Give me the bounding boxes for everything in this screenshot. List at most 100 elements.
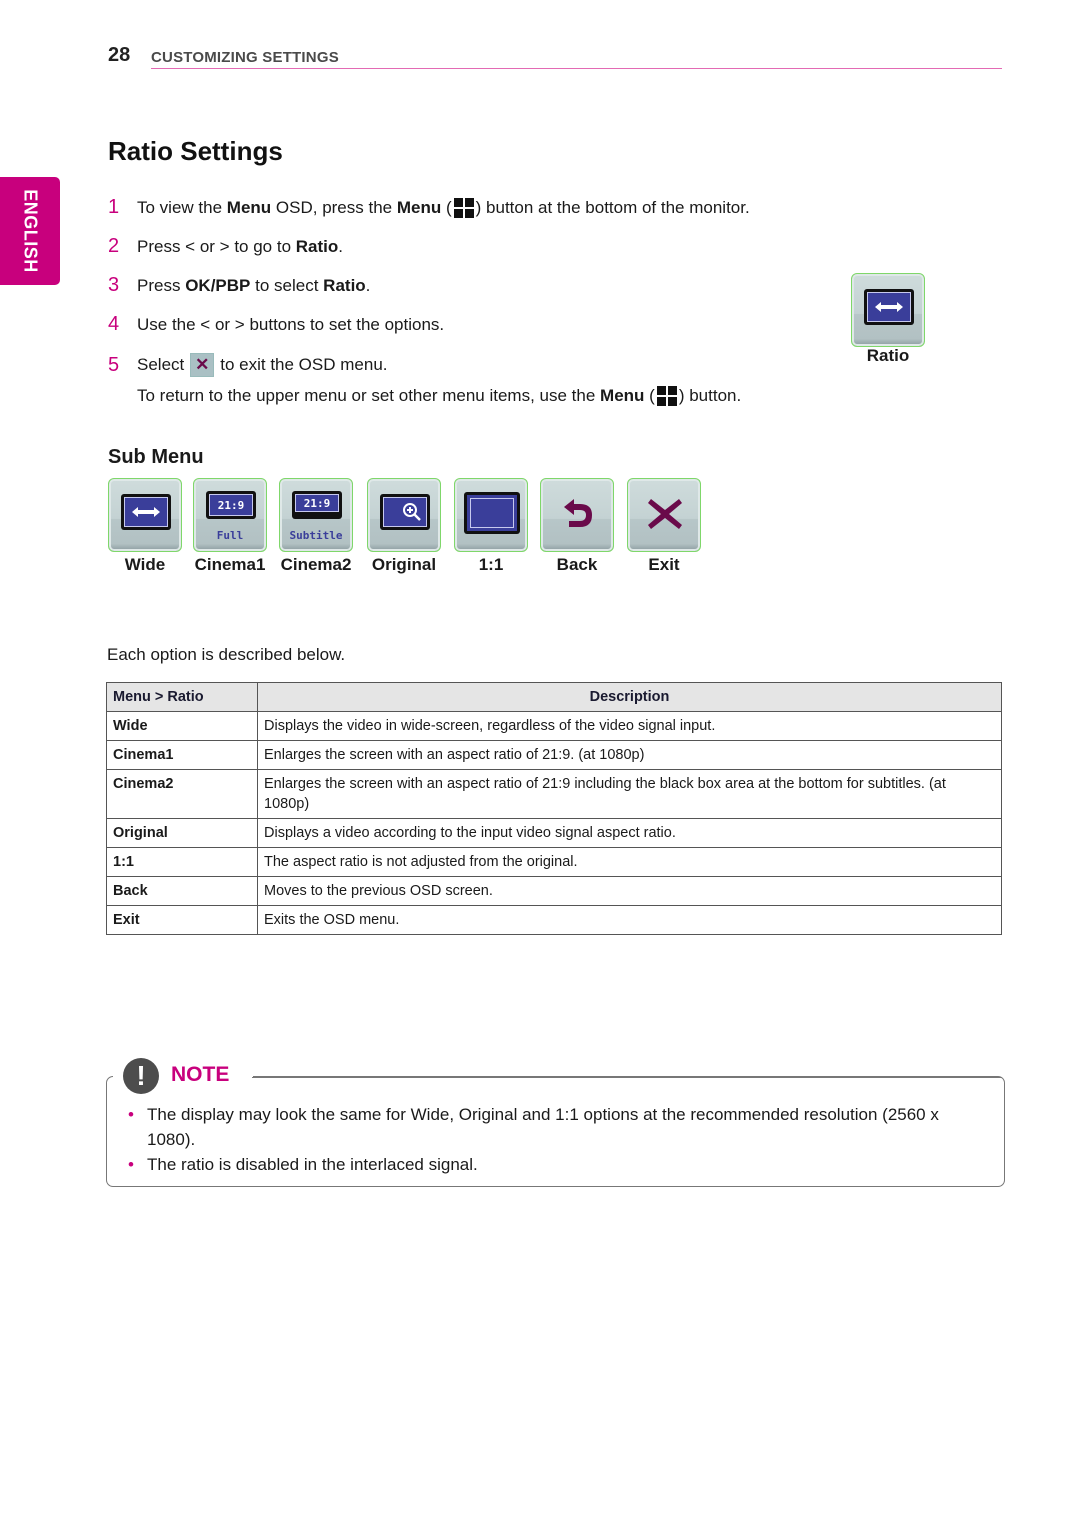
zoom-in-icon [403,503,421,521]
cinema2-caption: Subtitle [289,529,343,542]
submenu-label: Exit [648,555,680,574]
cinema1-icon: 21:9 Full [193,478,267,552]
original-button-icon [367,478,441,552]
step-3: 3 Press OK/PBP to select Ratio. [108,274,370,297]
wide-arrow-icon [875,302,903,312]
page-number: 28 [108,44,131,66]
cinema1-screen-text: 21:9 [209,494,253,516]
table-cell-option: Wide [106,711,258,741]
table-row: Original Displays a video according to th… [106,818,1002,848]
step-5: 5 Select ✕ to exit the OSD menu. [108,353,388,377]
table-row: 1:1 The aspect ratio is not adjusted from… [106,847,1002,877]
wide-button-icon [108,478,182,552]
step-bold: Ratio [295,236,339,256]
exit-x-icon: ✕ [190,353,215,377]
table-cell-description: The aspect ratio is not adjusted from th… [257,847,1002,877]
step-number: 2 [108,235,120,257]
step-text: Select [137,355,185,374]
table-cell-option: Exit [106,905,258,935]
cinema2-icon: 21:9 Subtitle [279,478,353,552]
note-item: • The ratio is disabled in the interlaced… [128,1152,988,1177]
table-cell-description: Displays the video in wide-screen, regar… [257,711,1002,741]
step-text: ) button. [678,386,742,405]
step-bold: Ratio [323,275,366,295]
table-cell-description: Displays a video according to the input … [257,818,1002,848]
intro-text: Each option is described below. [107,645,346,664]
step-text: ( [649,386,655,405]
table-cell-option: Cinema1 [106,740,258,770]
cinema1-caption: Full [216,529,244,542]
step-text: ) button at the bottom of the monitor. [475,197,750,217]
step-number: 4 [108,313,120,335]
table-row: Cinema2 Enlarges the screen with an aspec… [106,769,1002,819]
table-cell-description: Enlarges the screen with an aspect ratio… [257,769,1002,819]
step-number: 1 [108,196,120,218]
step-text: Press < or > to go to [137,236,292,256]
submenu-item-exit: Exit [627,478,701,574]
step-bold: Menu [600,386,645,405]
exit-button-icon [627,478,701,552]
step-text: . [365,275,371,295]
sub-menu-title: Sub Menu [108,446,204,468]
step-text: to exit the OSD menu. [220,355,388,374]
menu-grid-icon [453,197,474,218]
submenu-item-1-1: 1:1 [454,478,528,574]
page-header: 28 CUSTOMIZING SETTINGS [108,44,1002,70]
step-bold: OK/PBP [185,275,251,295]
table-header-row: Menu > Ratio Description [106,682,1002,712]
bullet-icon: • [128,1155,134,1174]
table-cell-option: Cinema2 [106,769,258,819]
step-bold: Menu [226,197,272,217]
language-tab: ENGLISH [0,177,60,285]
table-row: Back Moves to the previous OSD screen. [106,876,1002,906]
table-row: Exit Exits the OSD menu. [106,905,1002,935]
table-cell-option: 1:1 [106,847,258,877]
table-cell-description: Moves to the previous OSD screen. [257,876,1002,906]
wide-arrow-icon [132,507,160,517]
ratio-options-table: Menu > Ratio Description Wide Displays th… [106,682,1002,935]
step-text: To return to the upper menu or set other… [137,386,596,405]
ratio-menu-label: Ratio [866,346,910,365]
step-bold: Menu [396,197,442,217]
menu-grid-icon [656,386,677,406]
table-cell-description: Exits the OSD menu. [257,905,1002,935]
step-4: 4 Use the < or > buttons to set the opti… [108,313,444,336]
note-item-text: The display may look the same for Wide, … [147,1105,939,1149]
submenu-item-wide: Wide [108,478,182,574]
section-title: CUSTOMIZING SETTINGS [151,49,339,66]
one-to-one-screen-icon [454,478,528,552]
table-cell-option: Back [106,876,258,906]
back-button-icon [540,478,614,552]
language-tab-label: ENGLISH [20,189,41,273]
bullet-icon: • [128,1105,134,1124]
table-header-menu: Menu > Ratio [106,682,258,712]
header-rule [151,68,1002,69]
ratio-menu-icon [851,273,925,347]
step-text: to select [255,275,319,295]
step-text: OSD, press the [275,197,393,217]
step-text: Use the < or > buttons to set the option… [137,314,445,334]
submenu-item-cinema1: 21:9 Full Cinema1 [193,478,267,574]
step-number: 5 [108,353,120,376]
step-text: ( [445,197,452,217]
submenu-item-cinema2: 21:9 Subtitle Cinema2 [279,478,353,574]
table-header-description: Description [257,682,1002,712]
note-title: NOTE [171,1063,230,1086]
cinema2-screen-text: 21:9 [295,494,339,512]
exit-x-icon [648,499,682,529]
note-item-text: The ratio is disabled in the interlaced … [147,1155,478,1174]
back-arrow-icon [564,499,592,527]
step-1: 1 To view the Menu OSD, press the Menu (… [108,196,750,219]
exclamation-icon: ! [123,1058,159,1094]
step-text: . [338,236,343,256]
table-cell-option: Original [106,818,258,848]
page-title: Ratio Settings [108,136,283,166]
submenu-item-original: Original [367,478,441,574]
table-row: Cinema1 Enlarges the screen with an aspec… [106,740,1002,770]
table-row: Wide Displays the video in wide-screen, r… [106,711,1002,741]
step-text: Press [137,275,181,295]
note-list: • The display may look the same for Wide,… [128,1102,988,1177]
step-2: 2 Press < or > to go to Ratio. [108,235,343,258]
table-cell-description: Enlarges the screen with an aspect ratio… [257,740,1002,770]
note-rule [252,1077,1002,1078]
